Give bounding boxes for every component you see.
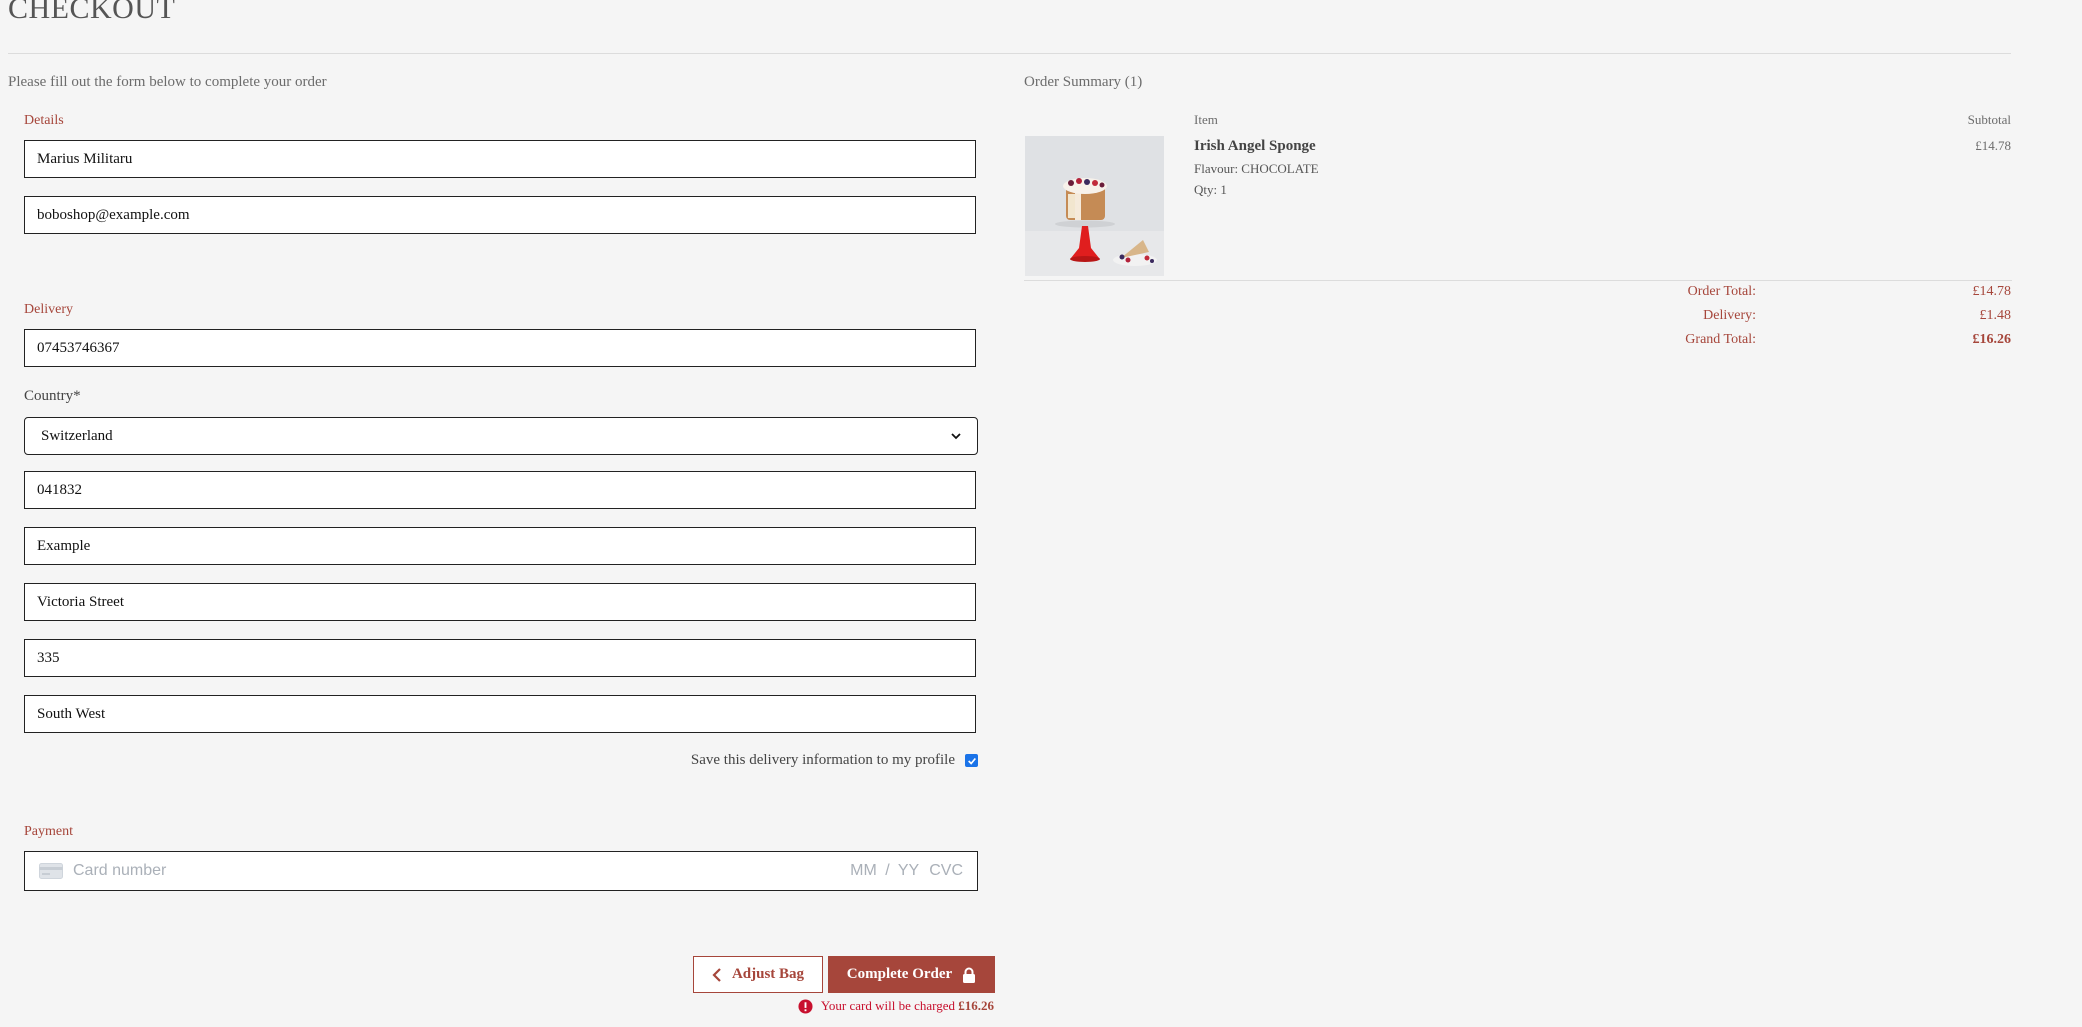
adjust-bag-button[interactable]: Adjust Bag <box>693 956 823 993</box>
payment-section-label: Payment <box>24 824 73 839</box>
charge-note: Your card will be charged £16.26 <box>798 998 994 1014</box>
adjust-bag-label: Adjust Bag <box>731 966 805 982</box>
card-expiry-placeholder: MM / YY <box>850 862 920 879</box>
credit-card-icon <box>39 863 63 879</box>
chevron-left-icon <box>712 967 721 982</box>
product-flavour: Flavour: CHOCOLATE <box>1194 161 1319 176</box>
complete-order-button[interactable]: Complete Order <box>828 956 995 993</box>
product-name: Irish Angel Sponge <box>1194 138 1316 154</box>
product-image <box>1025 136 1164 276</box>
title-divider <box>8 53 2011 54</box>
delivery-section-label: Delivery <box>24 302 73 317</box>
order-total-value: £14.78 <box>1972 284 2012 299</box>
street-address-2-input[interactable] <box>24 639 976 677</box>
order-summary-title: Order Summary (1) <box>1024 74 1143 90</box>
delivery-cost-label: Delivery: <box>1703 308 1756 323</box>
grand-total-value: £16.26 <box>1972 332 2012 347</box>
product-subtotal: £14.78 <box>1975 138 2011 153</box>
card-input[interactable]: Card number MM / YY CVC <box>24 851 978 891</box>
card-cvc-placeholder: CVC <box>929 862 963 879</box>
town-input[interactable] <box>24 527 976 565</box>
phone-input[interactable] <box>24 329 976 367</box>
lock-icon <box>963 967 976 983</box>
country-select[interactable]: Switzerland <box>24 417 978 455</box>
street-address-1-input[interactable] <box>24 583 976 621</box>
chevron-down-icon <box>951 433 961 440</box>
column-header-subtotal: Subtotal <box>1967 112 2011 127</box>
summary-divider <box>1024 280 2012 281</box>
card-number-placeholder: Card number <box>73 862 167 879</box>
save-info-label: Save this delivery information to my pro… <box>690 752 955 768</box>
postcode-input[interactable] <box>24 471 976 509</box>
email-input[interactable] <box>24 196 976 234</box>
county-input[interactable] <box>24 695 976 733</box>
save-info-checkbox[interactable] <box>965 754 978 767</box>
save-info-row: Save this delivery information to my pro… <box>691 752 978 769</box>
country-label: Country* <box>24 388 81 404</box>
delivery-cost-value: £1.48 <box>1979 308 2012 323</box>
product-quantity: Qty: 1 <box>1194 182 1227 197</box>
form-intro: Please fill out the form below to comple… <box>8 74 327 90</box>
details-section-label: Details <box>24 113 64 128</box>
column-header-item: Item <box>1194 112 1218 127</box>
alert-icon <box>798 998 813 1014</box>
full-name-input[interactable] <box>24 140 976 178</box>
order-total-label: Order Total: <box>1687 284 1756 299</box>
page-title: CHECKOUT <box>8 0 176 25</box>
charge-note-text: Your card will be charged <box>820 998 955 1013</box>
country-select-value: Switzerland <box>41 427 113 444</box>
complete-order-label: Complete Order <box>846 966 953 982</box>
charge-amount: £16.26 <box>958 998 994 1013</box>
checkmark-icon <box>967 757 976 765</box>
grand-total-label: Grand Total: <box>1685 332 1756 347</box>
